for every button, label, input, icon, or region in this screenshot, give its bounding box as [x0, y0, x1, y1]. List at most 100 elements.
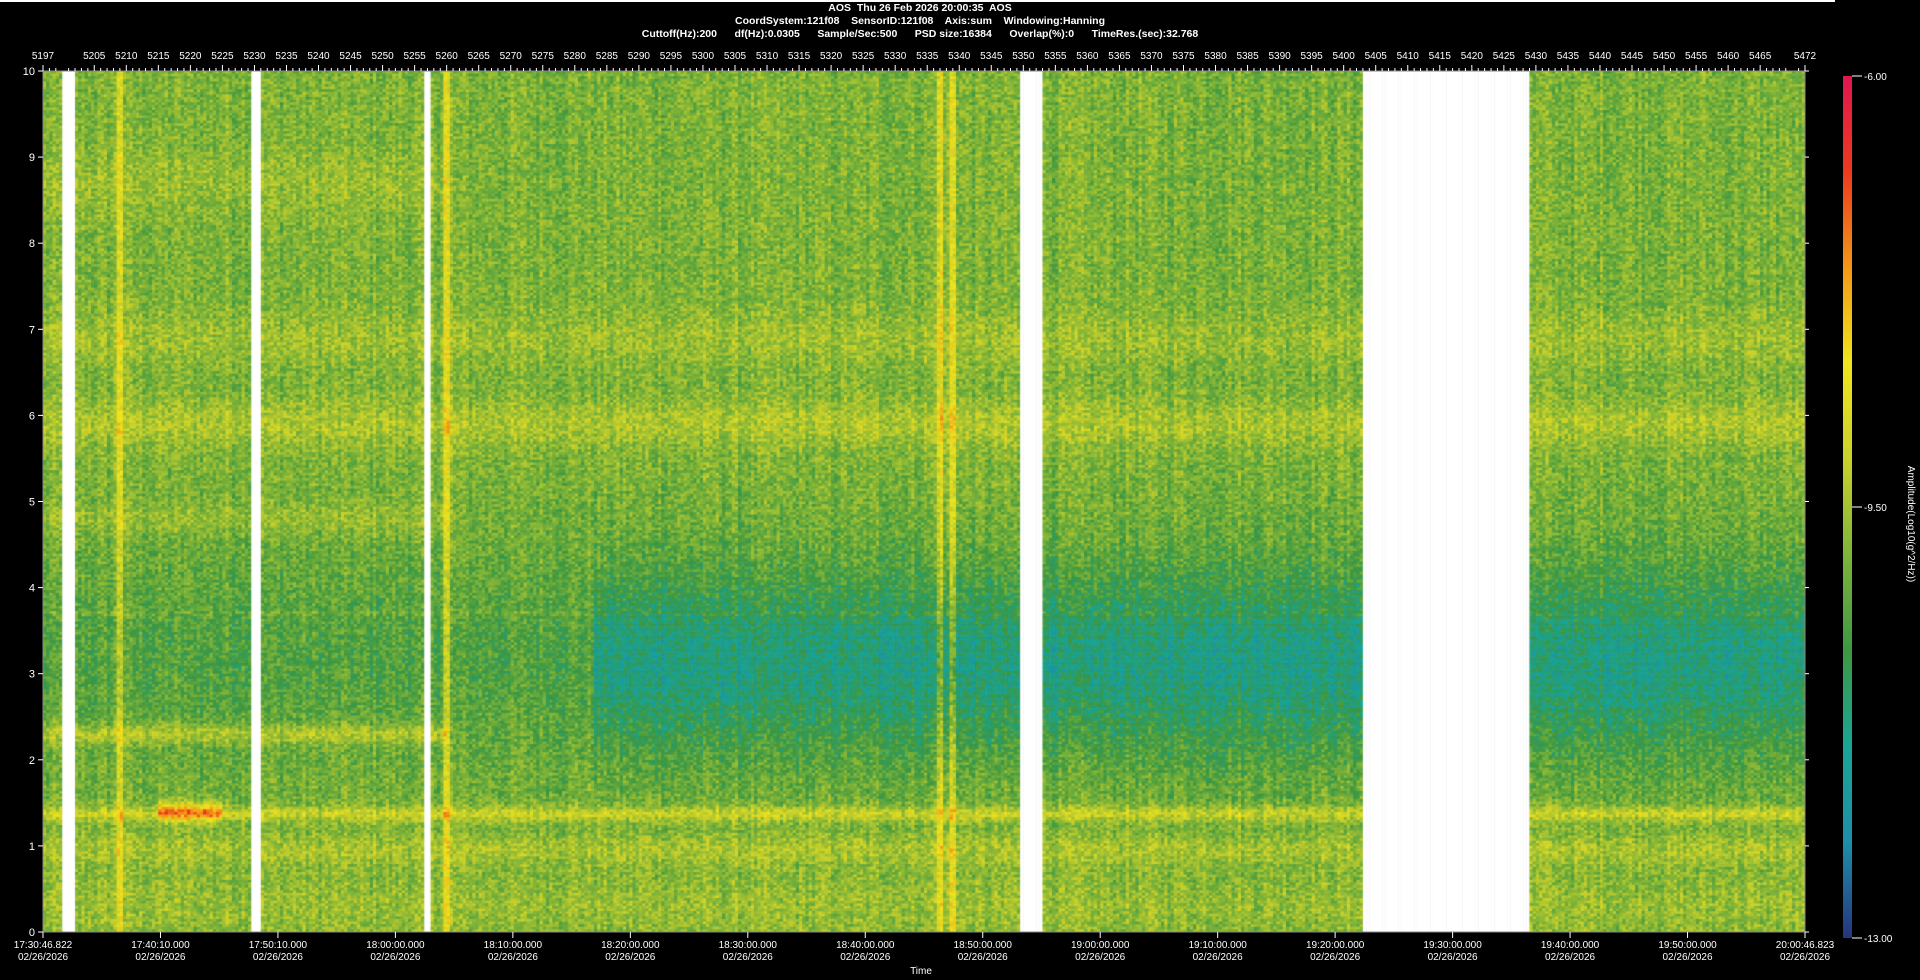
time-axis: 17:30:46.82202/26/202617:40:10.00002/26/…	[14, 932, 1835, 963]
y-tick-label: 7	[29, 324, 35, 336]
top-tick-label: 5350	[1012, 51, 1035, 62]
y-tick-label: 6	[29, 410, 35, 422]
top-tick-label: 5450	[1653, 51, 1676, 62]
top-tick-label: 5440	[1589, 51, 1612, 62]
top-tick-label: 5275	[532, 51, 555, 62]
top-tick-label: 5415	[1429, 51, 1452, 62]
top-tick-label: 5265	[468, 51, 491, 62]
top-tick-label: 5385	[1236, 51, 1259, 62]
time-tick-date: 02/26/2026	[723, 952, 773, 963]
y-tick-label: 1	[29, 841, 35, 853]
top-tick-label: 5210	[115, 51, 138, 62]
top-tick-label: 5290	[628, 51, 651, 62]
top-tick-label: 5295	[660, 51, 683, 62]
time-tick-date: 02/26/2026	[18, 952, 68, 963]
top-tick-label: 5365	[1108, 51, 1131, 62]
top-tick-label: 5197	[32, 51, 55, 62]
time-tick-date: 02/26/2026	[958, 952, 1008, 963]
time-tick-date: 02/26/2026	[1780, 952, 1830, 963]
y-tick-label: 2	[29, 755, 35, 767]
top-tick-label: 5245	[339, 51, 362, 62]
top-tick-label: 5240	[307, 51, 330, 62]
top-tick-label: 5335	[916, 51, 939, 62]
top-tick-label: 5325	[852, 51, 875, 62]
time-tick-date: 02/26/2026	[1193, 952, 1243, 963]
top-tick-label: 5310	[756, 51, 779, 62]
time-tick-date: 02/26/2026	[253, 952, 303, 963]
y-tick-label: 10	[23, 66, 35, 78]
time-tick-date: 02/26/2026	[1663, 952, 1713, 963]
heatmap-canvas	[43, 71, 1805, 932]
time-tick-label: 18:20:00.000	[601, 940, 660, 951]
time-tick-label: 19:20:00.000	[1306, 940, 1365, 951]
top-tick-label: 5235	[275, 51, 298, 62]
top-tick-label: 5355	[1044, 51, 1067, 62]
top-tick-label: 5360	[1076, 51, 1099, 62]
top-tick-label: 5230	[243, 51, 266, 62]
time-tick-label: 17:30:46.822	[14, 940, 73, 951]
top-tick-label: 5435	[1557, 51, 1580, 62]
time-tick-label: 18:30:00.000	[719, 940, 778, 951]
time-tick-label: 17:50:10.000	[249, 940, 308, 951]
top-tick-label: 5420	[1461, 51, 1484, 62]
top-tick-label: 5465	[1749, 51, 1772, 62]
time-tick-label: 19:10:00.000	[1188, 940, 1247, 951]
top-tick-label: 5390	[1268, 51, 1291, 62]
top-tick-label: 5300	[692, 51, 715, 62]
top-tick-label: 5320	[820, 51, 843, 62]
time-tick-date: 02/26/2026	[135, 952, 185, 963]
top-tick-label: 5370	[1140, 51, 1163, 62]
top-tick-label: 5340	[948, 51, 971, 62]
y-tick-label: 4	[29, 583, 35, 595]
time-tick-date: 02/26/2026	[370, 952, 420, 963]
time-tick-date: 02/26/2026	[1428, 952, 1478, 963]
colorbar	[1843, 76, 1852, 938]
top-tick-label: 5375	[1172, 51, 1195, 62]
time-tick-date: 02/26/2026	[840, 952, 890, 963]
top-tick-label: 5260	[436, 51, 459, 62]
time-tick-date: 02/26/2026	[605, 952, 655, 963]
time-tick-label: 19:40:00.000	[1541, 940, 1600, 951]
y-tick-label: 8	[29, 238, 35, 250]
top-tick-label: 5220	[179, 51, 202, 62]
top-index-axis: 5197 5205 5210 5215 5220 5225 5230 5235 5240 5245…	[32, 51, 1817, 71]
x-axis-label: Time	[910, 966, 932, 977]
top-tick-label: 5405	[1365, 51, 1388, 62]
top-tick-label: 5460	[1717, 51, 1740, 62]
top-tick-label: 5285	[596, 51, 619, 62]
time-tick-date: 02/26/2026	[1310, 952, 1360, 963]
time-tick-label: 19:30:00.000	[1423, 940, 1482, 951]
top-tick-label: 5250	[371, 51, 394, 62]
time-tick-date: 02/26/2026	[1075, 952, 1125, 963]
colorbar-label: Amplitude(Log10(g^2/Hz))	[1905, 466, 1916, 582]
y-tick-label: 9	[29, 152, 35, 164]
colorbar-axis: -6.00 -9.50 -13.00	[1852, 72, 1893, 945]
top-tick-label: 5225	[211, 51, 234, 62]
top-tick-label: 5395	[1301, 51, 1324, 62]
time-tick-label: 18:40:00.000	[836, 940, 895, 951]
top-tick-label: 5345	[980, 51, 1003, 62]
time-tick-label: 20:00:46.823	[1776, 940, 1835, 951]
top-tick-label: 5330	[884, 51, 907, 62]
heatmap-area	[43, 71, 1805, 932]
time-tick-label: 18:10:00.000	[484, 940, 543, 951]
colorbar-tick-label: -9.50	[1864, 503, 1887, 514]
time-tick-label: 19:50:00.000	[1658, 940, 1717, 951]
top-tick-label: 5410	[1397, 51, 1420, 62]
time-tick-date: 02/26/2026	[1545, 952, 1595, 963]
top-tick-label: 5445	[1621, 51, 1644, 62]
top-tick-label: 5400	[1333, 51, 1356, 62]
time-tick-label: 18:50:00.000	[954, 940, 1013, 951]
y-tick-label: 3	[29, 669, 35, 681]
time-tick-label: 19:00:00.000	[1071, 940, 1130, 951]
time-tick-date: 02/26/2026	[488, 952, 538, 963]
top-tick-label: 5305	[724, 51, 747, 62]
spectrogram-chart: 0 1 2 3 4 5 6 7 8 9 10 5197 5205 5210 5215 5220 5225 523…	[14, 51, 1916, 977]
top-tick-label: 5315	[788, 51, 811, 62]
top-tick-label: 5430	[1525, 51, 1548, 62]
y-tick-label: 5	[29, 497, 35, 509]
colorbar-tick-label: -13.00	[1864, 934, 1893, 945]
y-tick-label: 0	[29, 927, 35, 939]
top-tick-label: 5425	[1493, 51, 1516, 62]
top-tick-label: 5270	[500, 51, 523, 62]
